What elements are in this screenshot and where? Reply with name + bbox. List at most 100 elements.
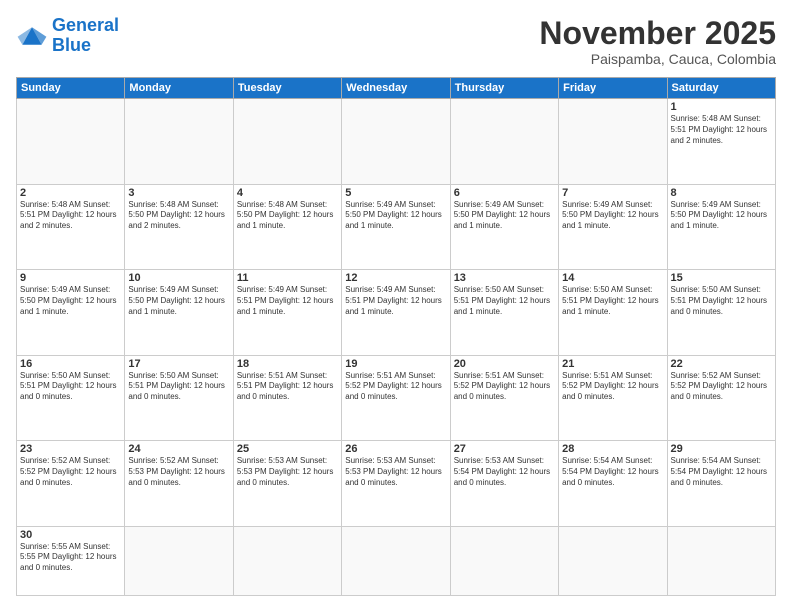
day-info: Sunrise: 5:49 AM Sunset: 5:50 PM Dayligh…: [671, 200, 772, 232]
table-row: 1Sunrise: 5:48 AM Sunset: 5:51 PM Daylig…: [667, 99, 775, 184]
table-row: [559, 99, 667, 184]
table-row: 6Sunrise: 5:49 AM Sunset: 5:50 PM Daylig…: [450, 184, 558, 269]
table-row: 30Sunrise: 5:55 AM Sunset: 5:55 PM Dayli…: [17, 526, 125, 595]
table-row: [125, 99, 233, 184]
day-number: 26: [345, 443, 446, 455]
table-row: 18Sunrise: 5:51 AM Sunset: 5:51 PM Dayli…: [233, 355, 341, 440]
table-row: 11Sunrise: 5:49 AM Sunset: 5:51 PM Dayli…: [233, 270, 341, 355]
table-row: 5Sunrise: 5:49 AM Sunset: 5:50 PM Daylig…: [342, 184, 450, 269]
day-number: 5: [345, 187, 446, 199]
table-row: [342, 99, 450, 184]
day-info: Sunrise: 5:53 AM Sunset: 5:53 PM Dayligh…: [237, 456, 338, 488]
table-row: 13Sunrise: 5:50 AM Sunset: 5:51 PM Dayli…: [450, 270, 558, 355]
day-info: Sunrise: 5:50 AM Sunset: 5:51 PM Dayligh…: [128, 371, 229, 403]
title-block: November 2025 Paispamba, Cauca, Colombia: [539, 16, 776, 67]
table-row: 14Sunrise: 5:50 AM Sunset: 5:51 PM Dayli…: [559, 270, 667, 355]
day-number: 19: [345, 358, 446, 370]
table-row: 8Sunrise: 5:49 AM Sunset: 5:50 PM Daylig…: [667, 184, 775, 269]
table-row: [233, 526, 341, 595]
table-row: 19Sunrise: 5:51 AM Sunset: 5:52 PM Dayli…: [342, 355, 450, 440]
day-info: Sunrise: 5:49 AM Sunset: 5:50 PM Dayligh…: [20, 285, 121, 317]
day-info: Sunrise: 5:51 AM Sunset: 5:52 PM Dayligh…: [345, 371, 446, 403]
header: General Blue November 2025 Paispamba, Ca…: [16, 16, 776, 67]
day-number: 17: [128, 358, 229, 370]
table-row: 25Sunrise: 5:53 AM Sunset: 5:53 PM Dayli…: [233, 441, 341, 526]
table-row: 26Sunrise: 5:53 AM Sunset: 5:53 PM Dayli…: [342, 441, 450, 526]
day-number: 24: [128, 443, 229, 455]
day-number: 16: [20, 358, 121, 370]
table-row: 4Sunrise: 5:48 AM Sunset: 5:50 PM Daylig…: [233, 184, 341, 269]
table-row: 7Sunrise: 5:49 AM Sunset: 5:50 PM Daylig…: [559, 184, 667, 269]
table-row: [342, 526, 450, 595]
day-info: Sunrise: 5:48 AM Sunset: 5:51 PM Dayligh…: [671, 114, 772, 146]
day-info: Sunrise: 5:48 AM Sunset: 5:51 PM Dayligh…: [20, 200, 121, 232]
table-row: [125, 526, 233, 595]
table-row: [559, 526, 667, 595]
table-row: 20Sunrise: 5:51 AM Sunset: 5:52 PM Dayli…: [450, 355, 558, 440]
header-monday: Monday: [125, 78, 233, 99]
table-row: 21Sunrise: 5:51 AM Sunset: 5:52 PM Dayli…: [559, 355, 667, 440]
day-number: 28: [562, 443, 663, 455]
table-row: 2Sunrise: 5:48 AM Sunset: 5:51 PM Daylig…: [17, 184, 125, 269]
day-number: 9: [20, 272, 121, 284]
calendar-table: Sunday Monday Tuesday Wednesday Thursday…: [16, 77, 776, 596]
day-info: Sunrise: 5:48 AM Sunset: 5:50 PM Dayligh…: [237, 200, 338, 232]
day-number: 3: [128, 187, 229, 199]
table-row: [233, 99, 341, 184]
table-row: 9Sunrise: 5:49 AM Sunset: 5:50 PM Daylig…: [17, 270, 125, 355]
table-row: 16Sunrise: 5:50 AM Sunset: 5:51 PM Dayli…: [17, 355, 125, 440]
page: General Blue November 2025 Paispamba, Ca…: [0, 0, 792, 612]
table-row: [450, 99, 558, 184]
logo-icon: [16, 22, 48, 50]
logo: General Blue: [16, 16, 119, 56]
logo-text: General Blue: [52, 16, 119, 56]
day-number: 15: [671, 272, 772, 284]
day-number: 20: [454, 358, 555, 370]
day-info: Sunrise: 5:52 AM Sunset: 5:52 PM Dayligh…: [20, 456, 121, 488]
day-info: Sunrise: 5:52 AM Sunset: 5:52 PM Dayligh…: [671, 371, 772, 403]
header-saturday: Saturday: [667, 78, 775, 99]
table-row: [667, 526, 775, 595]
day-info: Sunrise: 5:49 AM Sunset: 5:50 PM Dayligh…: [128, 285, 229, 317]
day-info: Sunrise: 5:50 AM Sunset: 5:51 PM Dayligh…: [20, 371, 121, 403]
day-info: Sunrise: 5:51 AM Sunset: 5:52 PM Dayligh…: [562, 371, 663, 403]
day-info: Sunrise: 5:50 AM Sunset: 5:51 PM Dayligh…: [671, 285, 772, 317]
day-number: 25: [237, 443, 338, 455]
day-number: 14: [562, 272, 663, 284]
table-row: 10Sunrise: 5:49 AM Sunset: 5:50 PM Dayli…: [125, 270, 233, 355]
day-info: Sunrise: 5:52 AM Sunset: 5:53 PM Dayligh…: [128, 456, 229, 488]
table-row: 23Sunrise: 5:52 AM Sunset: 5:52 PM Dayli…: [17, 441, 125, 526]
day-number: 18: [237, 358, 338, 370]
day-info: Sunrise: 5:49 AM Sunset: 5:51 PM Dayligh…: [345, 285, 446, 317]
day-number: 22: [671, 358, 772, 370]
table-row: 22Sunrise: 5:52 AM Sunset: 5:52 PM Dayli…: [667, 355, 775, 440]
table-row: 24Sunrise: 5:52 AM Sunset: 5:53 PM Dayli…: [125, 441, 233, 526]
day-info: Sunrise: 5:50 AM Sunset: 5:51 PM Dayligh…: [562, 285, 663, 317]
header-sunday: Sunday: [17, 78, 125, 99]
day-number: 23: [20, 443, 121, 455]
day-info: Sunrise: 5:49 AM Sunset: 5:50 PM Dayligh…: [345, 200, 446, 232]
day-number: 10: [128, 272, 229, 284]
day-number: 21: [562, 358, 663, 370]
header-thursday: Thursday: [450, 78, 558, 99]
day-info: Sunrise: 5:54 AM Sunset: 5:54 PM Dayligh…: [671, 456, 772, 488]
day-info: Sunrise: 5:50 AM Sunset: 5:51 PM Dayligh…: [454, 285, 555, 317]
header-tuesday: Tuesday: [233, 78, 341, 99]
header-friday: Friday: [559, 78, 667, 99]
table-row: [450, 526, 558, 595]
day-number: 4: [237, 187, 338, 199]
day-number: 1: [671, 101, 772, 113]
day-info: Sunrise: 5:54 AM Sunset: 5:54 PM Dayligh…: [562, 456, 663, 488]
day-info: Sunrise: 5:49 AM Sunset: 5:50 PM Dayligh…: [454, 200, 555, 232]
header-wednesday: Wednesday: [342, 78, 450, 99]
table-row: 29Sunrise: 5:54 AM Sunset: 5:54 PM Dayli…: [667, 441, 775, 526]
day-number: 27: [454, 443, 555, 455]
day-number: 2: [20, 187, 121, 199]
table-row: 15Sunrise: 5:50 AM Sunset: 5:51 PM Dayli…: [667, 270, 775, 355]
table-row: 28Sunrise: 5:54 AM Sunset: 5:54 PM Dayli…: [559, 441, 667, 526]
day-info: Sunrise: 5:49 AM Sunset: 5:50 PM Dayligh…: [562, 200, 663, 232]
day-number: 13: [454, 272, 555, 284]
day-number: 6: [454, 187, 555, 199]
day-info: Sunrise: 5:49 AM Sunset: 5:51 PM Dayligh…: [237, 285, 338, 317]
day-number: 7: [562, 187, 663, 199]
